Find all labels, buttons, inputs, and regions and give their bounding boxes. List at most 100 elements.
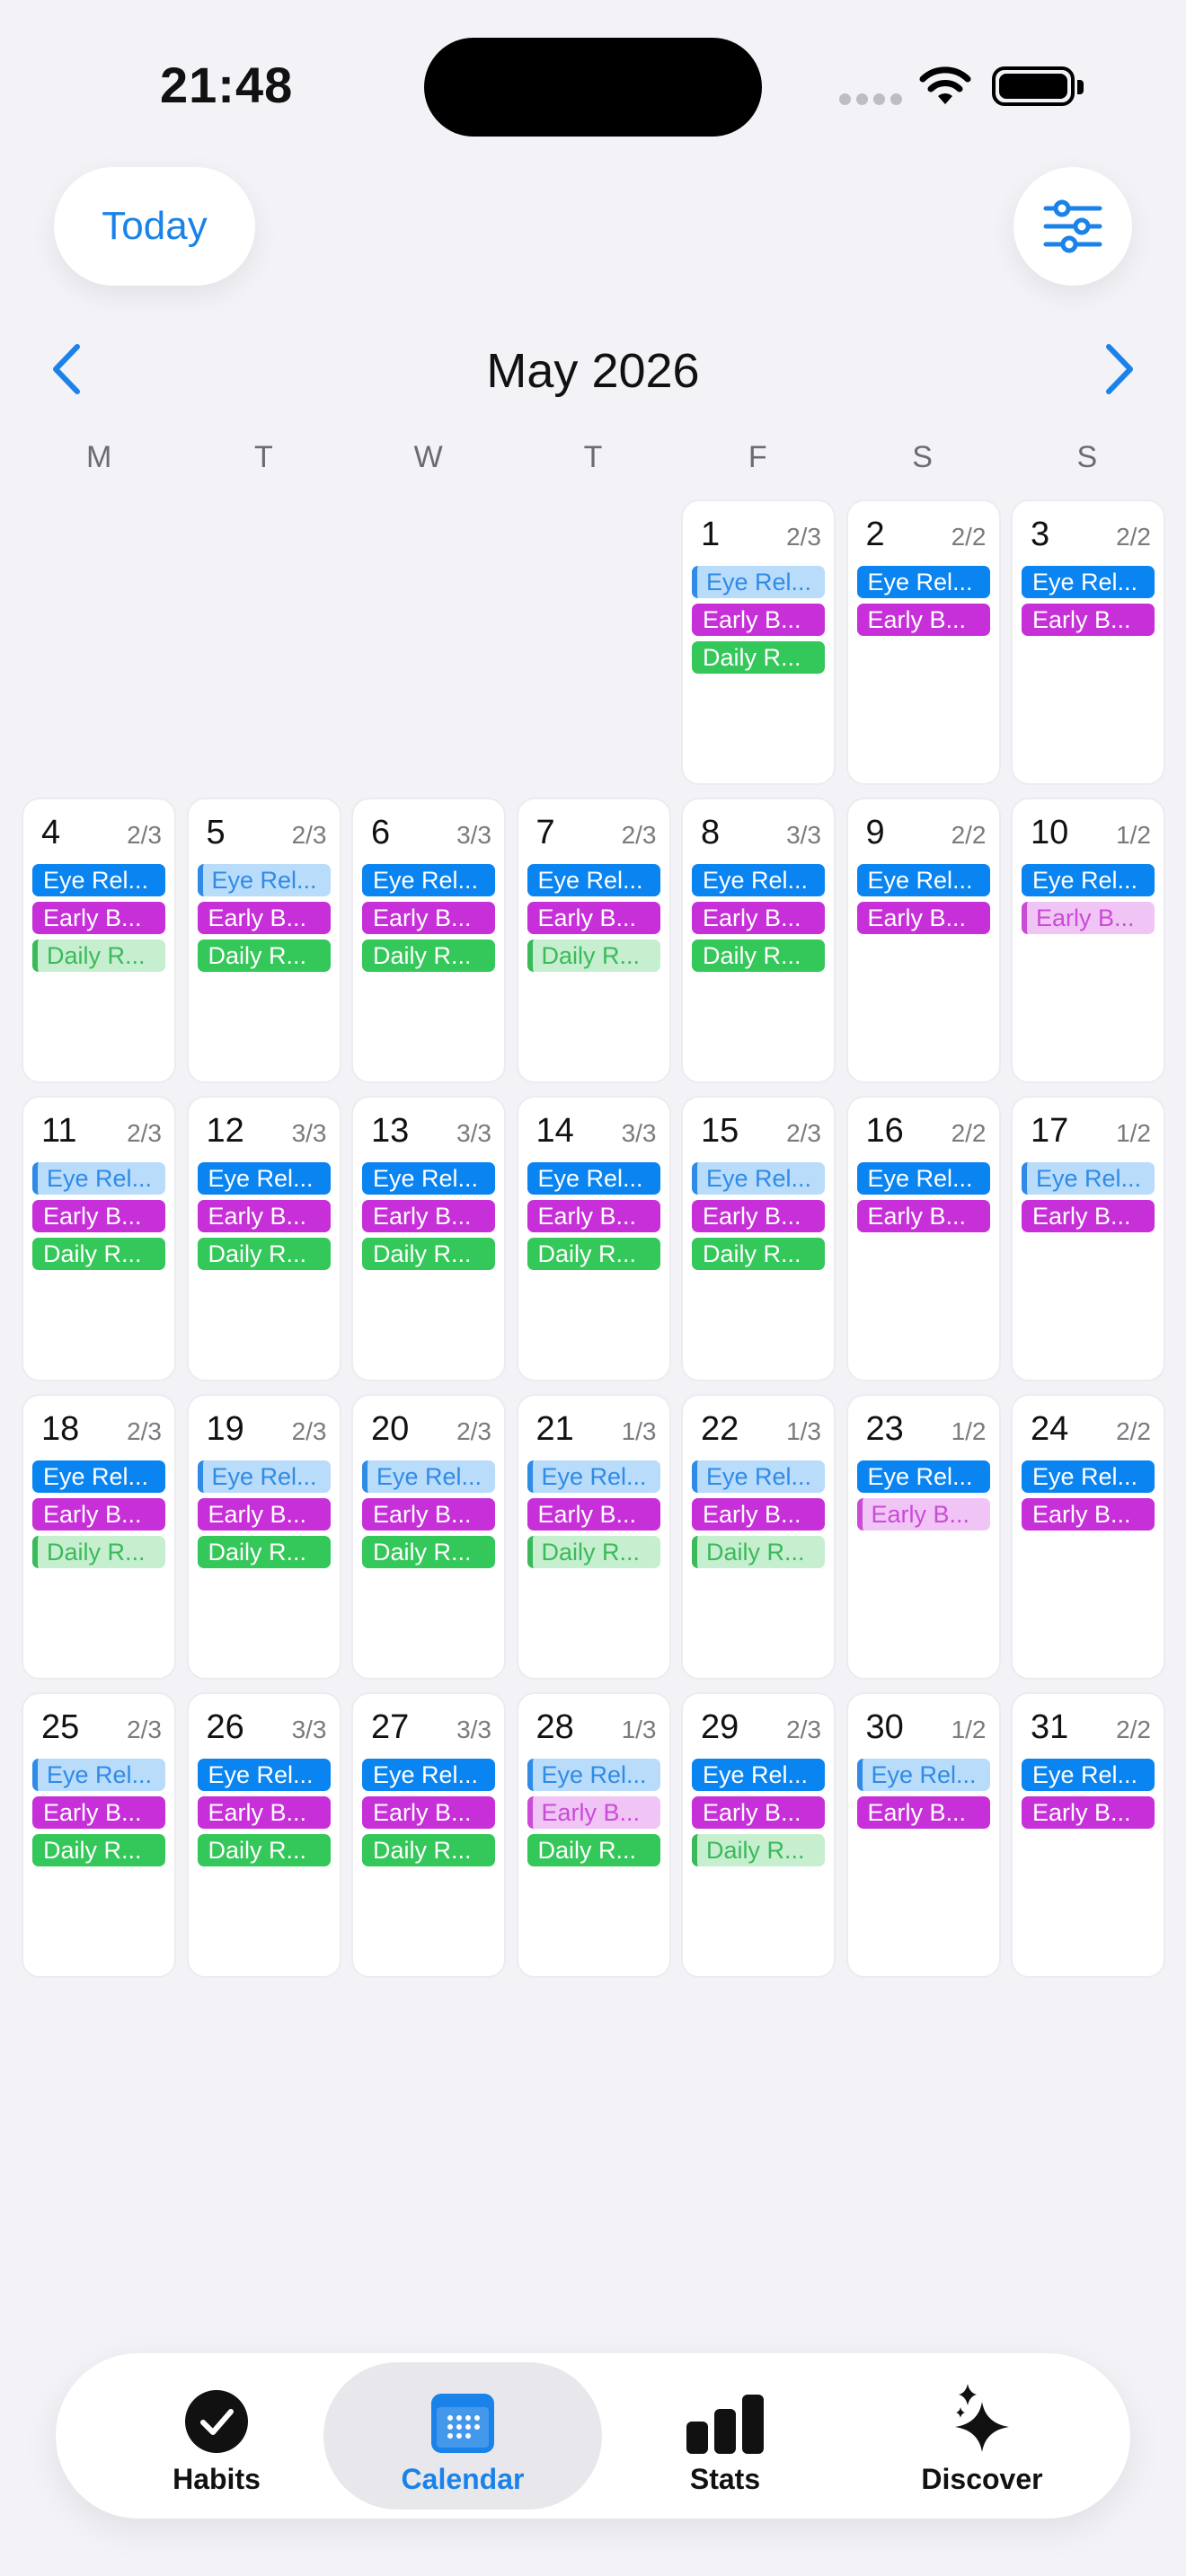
calendar-day-cell[interactable]: 4 2/3 Eye Rel... Early B... Daily R... <box>22 798 176 1083</box>
habit-pill[interactable]: Early B... <box>197 902 331 934</box>
habit-pill[interactable]: Daily R... <box>362 940 495 972</box>
habit-pill[interactable]: Early B... <box>1022 1200 1155 1232</box>
habit-pill[interactable]: Daily R... <box>692 1536 825 1568</box>
habit-pill[interactable]: Eye Rel... <box>692 1460 825 1493</box>
habit-pill[interactable]: Daily R... <box>32 1238 165 1270</box>
habit-pill[interactable]: Eye Rel... <box>527 864 660 896</box>
habit-pill[interactable]: Early B... <box>856 604 990 636</box>
habit-pill[interactable]: Early B... <box>527 902 660 934</box>
habit-pill[interactable]: Daily R... <box>527 1536 660 1568</box>
habit-pill[interactable]: Early B... <box>197 1200 331 1232</box>
calendar-day-cell[interactable]: 17 1/2 Eye Rel... Early B... <box>1011 1096 1165 1381</box>
habit-pill[interactable]: Eye Rel... <box>1022 1759 1155 1791</box>
habit-pill[interactable]: Eye Rel... <box>692 864 825 896</box>
calendar-day-cell[interactable]: 1 2/3 Eye Rel... Early B... Daily R... <box>681 499 836 785</box>
habit-pill[interactable]: Eye Rel... <box>1022 566 1155 598</box>
calendar-day-cell[interactable]: 26 3/3 Eye Rel... Early B... Daily R... <box>186 1692 341 1978</box>
calendar-day-cell[interactable]: 24 2/2 Eye Rel... Early B... <box>1011 1394 1165 1680</box>
habit-pill[interactable]: Early B... <box>1022 604 1155 636</box>
calendar-day-cell[interactable]: 25 2/3 Eye Rel... Early B... Daily R... <box>22 1692 176 1978</box>
habit-pill[interactable]: Early B... <box>692 1498 825 1531</box>
calendar-day-cell[interactable]: 28 1/3 Eye Rel... Early B... Daily R... <box>516 1692 671 1978</box>
habit-pill[interactable]: Daily R... <box>32 940 165 972</box>
habit-pill[interactable]: Eye Rel... <box>856 864 990 896</box>
habit-pill[interactable]: Early B... <box>1022 1796 1155 1829</box>
habit-pill[interactable]: Daily R... <box>692 940 825 972</box>
calendar-day-cell[interactable]: 22 1/3 Eye Rel... Early B... Daily R... <box>681 1394 836 1680</box>
habit-pill[interactable]: Daily R... <box>527 1834 660 1866</box>
habit-pill[interactable]: Early B... <box>32 902 165 934</box>
habit-pill[interactable]: Eye Rel... <box>362 1759 495 1791</box>
habit-pill[interactable]: Early B... <box>1022 902 1155 934</box>
habit-pill[interactable]: Early B... <box>856 1498 990 1531</box>
habit-pill[interactable]: Eye Rel... <box>527 1162 660 1195</box>
tab-discover[interactable]: Discover <box>843 2362 1121 2510</box>
calendar-day-cell[interactable]: 5 2/3 Eye Rel... Early B... Daily R... <box>186 798 341 1083</box>
habit-pill[interactable]: Early B... <box>856 1796 990 1829</box>
habit-pill[interactable]: Eye Rel... <box>856 1759 990 1791</box>
habit-pill[interactable]: Eye Rel... <box>692 566 825 598</box>
calendar-day-cell[interactable]: 3 2/2 Eye Rel... Early B... <box>1011 499 1165 785</box>
habit-pill[interactable]: Eye Rel... <box>856 1162 990 1195</box>
habit-pill[interactable]: Daily R... <box>197 1238 331 1270</box>
habit-pill[interactable]: Eye Rel... <box>197 1162 331 1195</box>
habit-pill[interactable]: Eye Rel... <box>32 864 165 896</box>
habit-pill[interactable]: Daily R... <box>32 1834 165 1866</box>
habit-pill[interactable]: Early B... <box>197 1796 331 1829</box>
calendar-day-cell[interactable]: 2 2/2 Eye Rel... Early B... <box>845 499 1001 785</box>
calendar-day-cell[interactable]: 29 2/3 Eye Rel... Early B... Daily R... <box>681 1692 836 1978</box>
habit-pill[interactable]: Eye Rel... <box>32 1759 165 1791</box>
habit-pill[interactable]: Early B... <box>1022 1498 1155 1531</box>
calendar-day-cell[interactable]: 19 2/3 Eye Rel... Early B... Daily R... <box>186 1394 341 1680</box>
habit-pill[interactable]: Daily R... <box>32 1536 165 1568</box>
calendar-day-cell[interactable]: 27 3/3 Eye Rel... Early B... Daily R... <box>351 1692 506 1978</box>
habit-pill[interactable]: Early B... <box>692 1200 825 1232</box>
habit-pill[interactable]: Early B... <box>32 1498 165 1531</box>
habit-pill[interactable]: Early B... <box>692 604 825 636</box>
habit-pill[interactable]: Eye Rel... <box>1022 1460 1155 1493</box>
habit-pill[interactable]: Early B... <box>527 1498 660 1531</box>
calendar-day-cell[interactable]: 13 3/3 Eye Rel... Early B... Daily R... <box>351 1096 506 1381</box>
today-button[interactable]: Today <box>54 167 255 286</box>
calendar-day-cell[interactable]: 11 2/3 Eye Rel... Early B... Daily R... <box>22 1096 176 1381</box>
calendar-day-cell[interactable]: 15 2/3 Eye Rel... Early B... Daily R... <box>681 1096 836 1381</box>
habit-pill[interactable]: Eye Rel... <box>1022 1162 1155 1195</box>
calendar-day-cell[interactable]: 7 2/3 Eye Rel... Early B... Daily R... <box>516 798 671 1083</box>
habit-pill[interactable]: Eye Rel... <box>856 1460 990 1493</box>
calendar-day-cell[interactable]: 8 3/3 Eye Rel... Early B... Daily R... <box>681 798 836 1083</box>
habit-pill[interactable]: Eye Rel... <box>362 1162 495 1195</box>
habit-pill[interactable]: Daily R... <box>527 940 660 972</box>
habit-pill[interactable]: Early B... <box>362 1200 495 1232</box>
habit-pill[interactable]: Early B... <box>856 1200 990 1232</box>
calendar-day-cell[interactable]: 12 3/3 Eye Rel... Early B... Daily R... <box>186 1096 341 1381</box>
habit-pill[interactable]: Eye Rel... <box>362 1460 495 1493</box>
habit-pill[interactable]: Eye Rel... <box>1022 864 1155 896</box>
habit-pill[interactable]: Eye Rel... <box>692 1162 825 1195</box>
habit-pill[interactable]: Eye Rel... <box>32 1162 165 1195</box>
tab-stats[interactable]: Stats <box>586 2362 864 2510</box>
calendar-day-cell[interactable]: 23 1/2 Eye Rel... Early B... <box>845 1394 1001 1680</box>
habit-pill[interactable]: Early B... <box>527 1200 660 1232</box>
habit-pill[interactable]: Early B... <box>692 1796 825 1829</box>
habit-pill[interactable]: Eye Rel... <box>197 864 331 896</box>
habit-pill[interactable]: Daily R... <box>692 1238 825 1270</box>
habit-pill[interactable]: Daily R... <box>692 1834 825 1866</box>
habit-pill[interactable]: Daily R... <box>362 1536 495 1568</box>
habit-pill[interactable]: Daily R... <box>527 1238 660 1270</box>
calendar-day-cell[interactable]: 21 1/3 Eye Rel... Early B... Daily R... <box>516 1394 671 1680</box>
calendar-day-cell[interactable]: 9 2/2 Eye Rel... Early B... <box>845 798 1001 1083</box>
habit-pill[interactable]: Daily R... <box>692 641 825 674</box>
habit-pill[interactable]: Daily R... <box>197 1834 331 1866</box>
habit-pill[interactable]: Eye Rel... <box>527 1759 660 1791</box>
habit-pill[interactable]: Eye Rel... <box>362 864 495 896</box>
habit-pill[interactable]: Early B... <box>856 902 990 934</box>
habit-pill[interactable]: Daily R... <box>362 1834 495 1866</box>
habit-pill[interactable]: Eye Rel... <box>32 1460 165 1493</box>
habit-pill[interactable]: Eye Rel... <box>692 1759 825 1791</box>
filter-button[interactable] <box>1013 167 1132 286</box>
next-month-button[interactable] <box>1098 341 1139 397</box>
habit-pill[interactable]: Early B... <box>362 1498 495 1531</box>
calendar-day-cell[interactable]: 20 2/3 Eye Rel... Early B... Daily R... <box>351 1394 506 1680</box>
tab-calendar[interactable]: Calendar <box>323 2362 602 2510</box>
calendar-day-cell[interactable]: 30 1/2 Eye Rel... Early B... <box>845 1692 1001 1978</box>
